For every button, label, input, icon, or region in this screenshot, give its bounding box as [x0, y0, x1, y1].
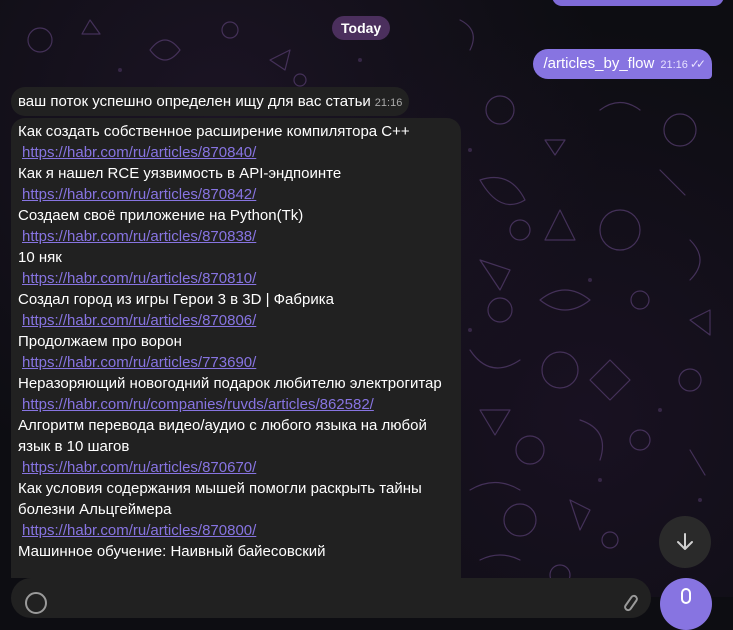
article-link[interactable]: https://habr.com/ru/articles/870842/	[18, 184, 454, 205]
article-link[interactable]: https://habr.com/ru/articles/773690/	[18, 352, 454, 373]
scroll-down-button[interactable]	[659, 516, 711, 568]
send-button[interactable]	[660, 578, 712, 630]
outgoing-message-text: /articles_by_flow	[543, 55, 655, 72]
articles-list-message[interactable]: Как создать собственное расширение компи…	[11, 118, 461, 578]
article-title: Продолжаем про ворон	[18, 333, 182, 350]
article-link[interactable]: https://habr.com/ru/articles/870806/	[18, 310, 454, 331]
outgoing-message-time: 21:16	[660, 59, 688, 71]
article-item: Как я нашел RCE уязвимость в API-эндпоин…	[18, 163, 454, 205]
previous-outgoing-message	[552, 0, 724, 6]
article-link[interactable]: https://habr.com/ru/articles/870800/	[18, 520, 454, 541]
date-separator: Today	[332, 16, 391, 40]
article-item: Создал город из игры Герои 3 в 3D | Фабр…	[18, 289, 454, 331]
article-title: Как я нашел RCE уязвимость в API-эндпоин…	[18, 165, 342, 182]
article-title: Создаем своё приложение на Python(Tk)	[18, 207, 304, 224]
article-link[interactable]: https://habr.com/ru/companies/ruvds/arti…	[18, 394, 454, 415]
microphone-icon	[681, 588, 691, 604]
double-check-icon: ✓✓	[689, 57, 706, 71]
article-item: Продолжаем про ворон https://habr.com/ru…	[18, 331, 454, 373]
article-title: Как условия содержания мышей помогли рас…	[18, 480, 422, 518]
article-item: Машинное обучение: Наивный байесовский	[18, 541, 454, 562]
incoming-status-message[interactable]: ваш поток успешно определен ищу для вас …	[11, 87, 410, 116]
article-link[interactable]: https://habr.com/ru/articles/870840/	[18, 142, 454, 163]
paperclip-icon[interactable]	[622, 593, 640, 613]
article-title: Неразоряющий новогодний подарок любителю…	[18, 375, 442, 392]
article-title: Как создать собственное расширение компи…	[18, 123, 410, 140]
article-title: Создал город из игры Герои 3 в 3D | Фабр…	[18, 291, 334, 308]
article-link[interactable]: https://habr.com/ru/articles/870838/	[18, 226, 454, 247]
article-link[interactable]: https://habr.com/ru/articles/870670/	[18, 457, 454, 478]
article-item: 10 няк https://habr.com/ru/articles/8708…	[18, 247, 454, 289]
emoji-icon[interactable]	[25, 592, 47, 614]
incoming-status-text: ваш поток успешно определен ищу для вас …	[18, 93, 371, 110]
article-item: Создаем своё приложение на Python(Tk) ht…	[18, 205, 454, 247]
outgoing-message[interactable]: /articles_by_flow 21:16 ✓✓	[533, 49, 712, 79]
arrow-down-icon	[677, 533, 693, 550]
article-item: Как создать собственное расширение компи…	[18, 121, 454, 163]
incoming-status-time: 21:16	[374, 97, 403, 109]
article-title: 10 няк	[18, 249, 62, 266]
article-item: Как условия содержания мышей помогли рас…	[18, 478, 454, 541]
article-title: Алгоритм перевода видео/аудио с любого я…	[18, 417, 427, 455]
article-title: Машинное обучение: Наивный байесовский	[18, 543, 326, 560]
article-item: Алгоритм перевода видео/аудио с любого я…	[18, 415, 454, 478]
message-composer[interactable]	[11, 578, 651, 618]
article-link[interactable]: https://habr.com/ru/articles/870810/	[18, 268, 454, 289]
article-item: Неразоряющий новогодний подарок любителю…	[18, 373, 454, 415]
